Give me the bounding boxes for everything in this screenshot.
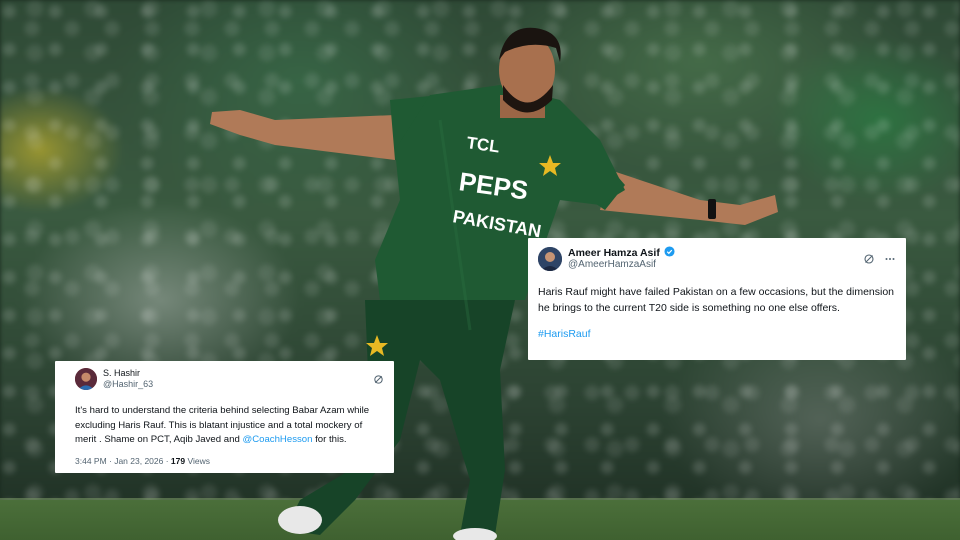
grok-icon[interactable] [373,374,384,385]
grok-icon[interactable] [863,253,875,265]
tweet-meta: 3:44 PM · Jan 23, 2026 · 179 Views [75,456,384,466]
author-handle[interactable]: @Hashir_63 [103,379,153,390]
tweet-text-after: for this. [312,434,347,445]
tweet-text: Haris Rauf might have failed Pakistan on… [538,286,895,314]
tweet-card-ameer[interactable]: Ameer Hamza Asif @AmeerHamzaAsif Haris R… [528,238,906,360]
hashtag-link[interactable]: #HarisRauf [538,328,896,340]
avatar-image [538,246,562,271]
author-info: S. Hashir @Hashir_63 [103,368,153,390]
views-count: 179 [170,455,186,466]
tweet-text: It's hard to understand the criteria beh… [75,404,384,448]
views-label: Views [185,455,210,466]
tweet-card-hashir[interactable]: S. Hashir @Hashir_63 It's hard to unders… [55,361,394,473]
author-name[interactable]: S. Hashir [103,368,153,379]
tweet-header: S. Hashir @Hashir_63 [75,368,384,390]
author-handle[interactable]: @AmeerHamzaAsif [568,259,675,271]
tweet-timestamp[interactable]: 3:44 PM · Jan 23, 2026 · [75,456,171,466]
mention-link[interactable]: @CoachHesson [242,434,312,445]
verified-badge-icon [664,246,675,257]
author-name[interactable]: Ameer Hamza Asif [568,247,660,259]
tweet-header: Ameer Hamza Asif @AmeerHamzaAsif [538,246,896,271]
avatar[interactable] [75,368,97,390]
author-info: Ameer Hamza Asif @AmeerHamzaAsif [568,246,675,271]
avatar[interactable] [538,246,562,271]
avatar-image [75,368,97,390]
more-icon[interactable] [884,253,896,265]
